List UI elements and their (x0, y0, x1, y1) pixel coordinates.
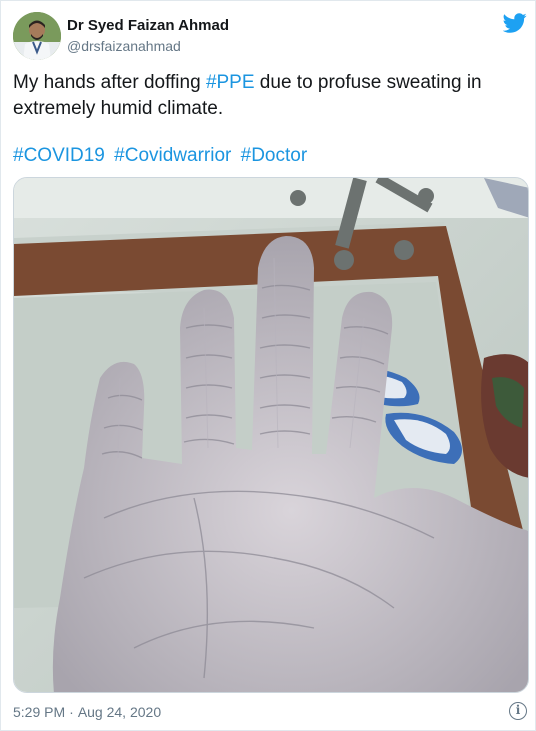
hashtag-link[interactable]: #PPE (206, 72, 255, 93)
tweet-text-before: My hands after doffing (13, 72, 206, 93)
hashtag-row: #COVID19 #Covidwarrior #Doctor (13, 143, 311, 169)
hashtag-link[interactable]: #Covidwarrior (114, 145, 231, 166)
hashtag-link[interactable]: #COVID19 (13, 145, 105, 166)
hashtag-link[interactable]: #Doctor (241, 145, 308, 166)
twitter-bird-icon[interactable] (502, 11, 527, 35)
avatar[interactable] (13, 12, 61, 60)
info-icon[interactable]: i (509, 702, 527, 720)
tweet-time: 5:29 PM (13, 704, 66, 720)
tweet-photo[interactable] (13, 177, 529, 693)
author-name[interactable]: Dr Syed Faizan Ahmad (67, 16, 229, 36)
tweet-card: Dr Syed Faizan Ahmad @drsfaizanahmad My … (0, 0, 536, 731)
tweet-body: My hands after doffing #PPE due to profu… (13, 70, 523, 122)
tweet-date: Aug 24, 2020 (77, 704, 162, 720)
author-handle[interactable]: @drsfaizanahmad (67, 37, 181, 55)
tweet-timestamp[interactable]: 5:29 PM · Aug 24, 2020 (13, 703, 161, 721)
separator-dot: · (69, 704, 74, 720)
